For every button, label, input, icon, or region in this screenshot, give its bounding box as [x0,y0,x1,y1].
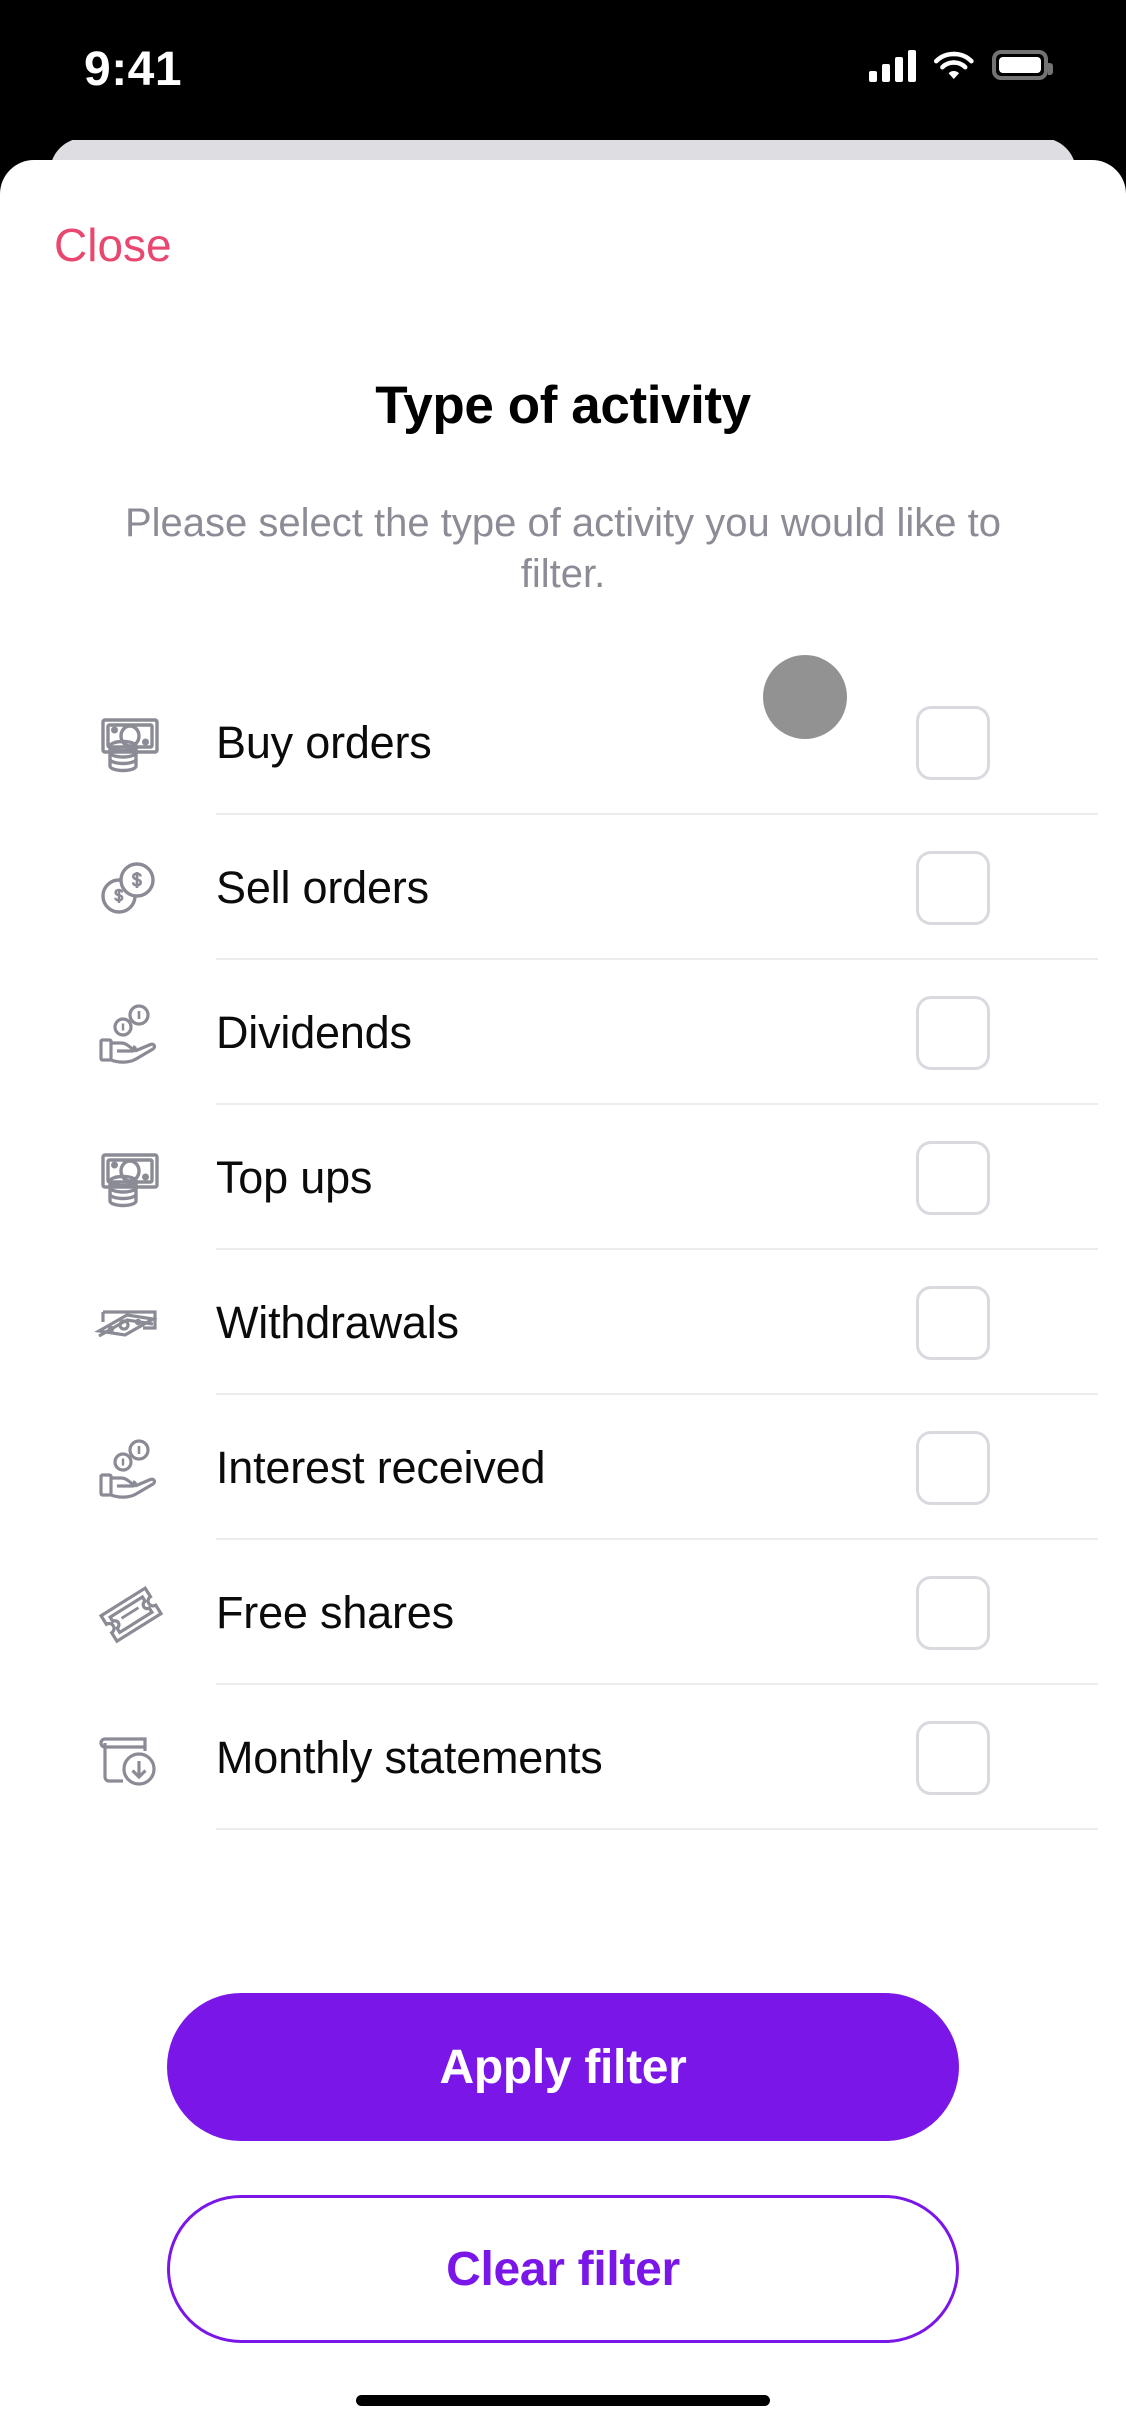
list-item[interactable]: Monthly statements [0,1685,1126,1830]
list-item[interactable]: Buy orders [0,670,1126,815]
phone-screen: 9:41 Close Type of activity Please selec… [0,0,1126,2436]
home-indicator [356,2395,770,2406]
filter-sheet: Close Type of activity Please select the… [0,160,1126,2436]
banknote-coins-icon [88,1136,172,1220]
page-title: Type of activity [375,376,751,435]
status-bar: 9:41 [0,0,1126,140]
hand-coins-icon [88,991,172,1075]
status-bar-indicators [869,48,1053,82]
book-download-icon [88,1716,172,1800]
two-coins-dollar-icon [88,846,172,930]
banknote-coins-icon [88,701,172,785]
list-item-label: Dividends [216,1006,412,1058]
list-item-label: Buy orders [216,716,432,768]
checkbox-withdrawals[interactable] [916,1285,990,1360]
list-item[interactable]: Interest received [0,1395,1126,1540]
cursor-indicator [763,655,847,739]
checkbox-free-shares[interactable] [916,1575,990,1650]
page-subtitle: Please select the type of activity you w… [124,501,1001,597]
checkbox-interest-received[interactable] [916,1430,990,1505]
list-item[interactable]: Withdrawals [0,1250,1126,1395]
list-item-label: Top ups [216,1151,373,1203]
divider [216,1828,1098,1830]
list-item[interactable]: Sell orders [0,815,1126,960]
checkbox-monthly-statements[interactable] [916,1720,990,1795]
apply-filter-button[interactable]: Apply filter [167,1993,959,2141]
list-item-label: Monthly statements [216,1731,603,1783]
checkbox-buy-orders[interactable] [916,705,990,780]
status-bar-time: 9:41 [84,43,183,96]
list-item[interactable]: Top ups [0,1105,1126,1250]
checkbox-sell-orders[interactable] [916,850,990,925]
clear-filter-button[interactable]: Clear filter [167,2195,959,2343]
wifi-icon [933,51,974,79]
list-item-label: Interest received [216,1441,546,1493]
list-item-label: Free shares [216,1586,454,1638]
hand-coins-icon [88,1426,172,1510]
checkbox-top-ups[interactable] [916,1140,990,1215]
list-item-label: Withdrawals [216,1296,459,1348]
battery-icon [992,50,1053,80]
banknotes-out-icon [88,1281,172,1365]
checkbox-dividends[interactable] [916,995,990,1070]
list-item[interactable]: Free shares [0,1540,1126,1685]
close-button[interactable]: Close [54,222,172,268]
cellular-signal-icon [869,48,916,82]
ticket-icon [88,1571,172,1655]
list-item-label: Sell orders [216,861,429,913]
list-item[interactable]: Dividends [0,960,1126,1105]
activity-list: Buy orders Sell orders Dividends Top ups… [0,670,1126,1830]
